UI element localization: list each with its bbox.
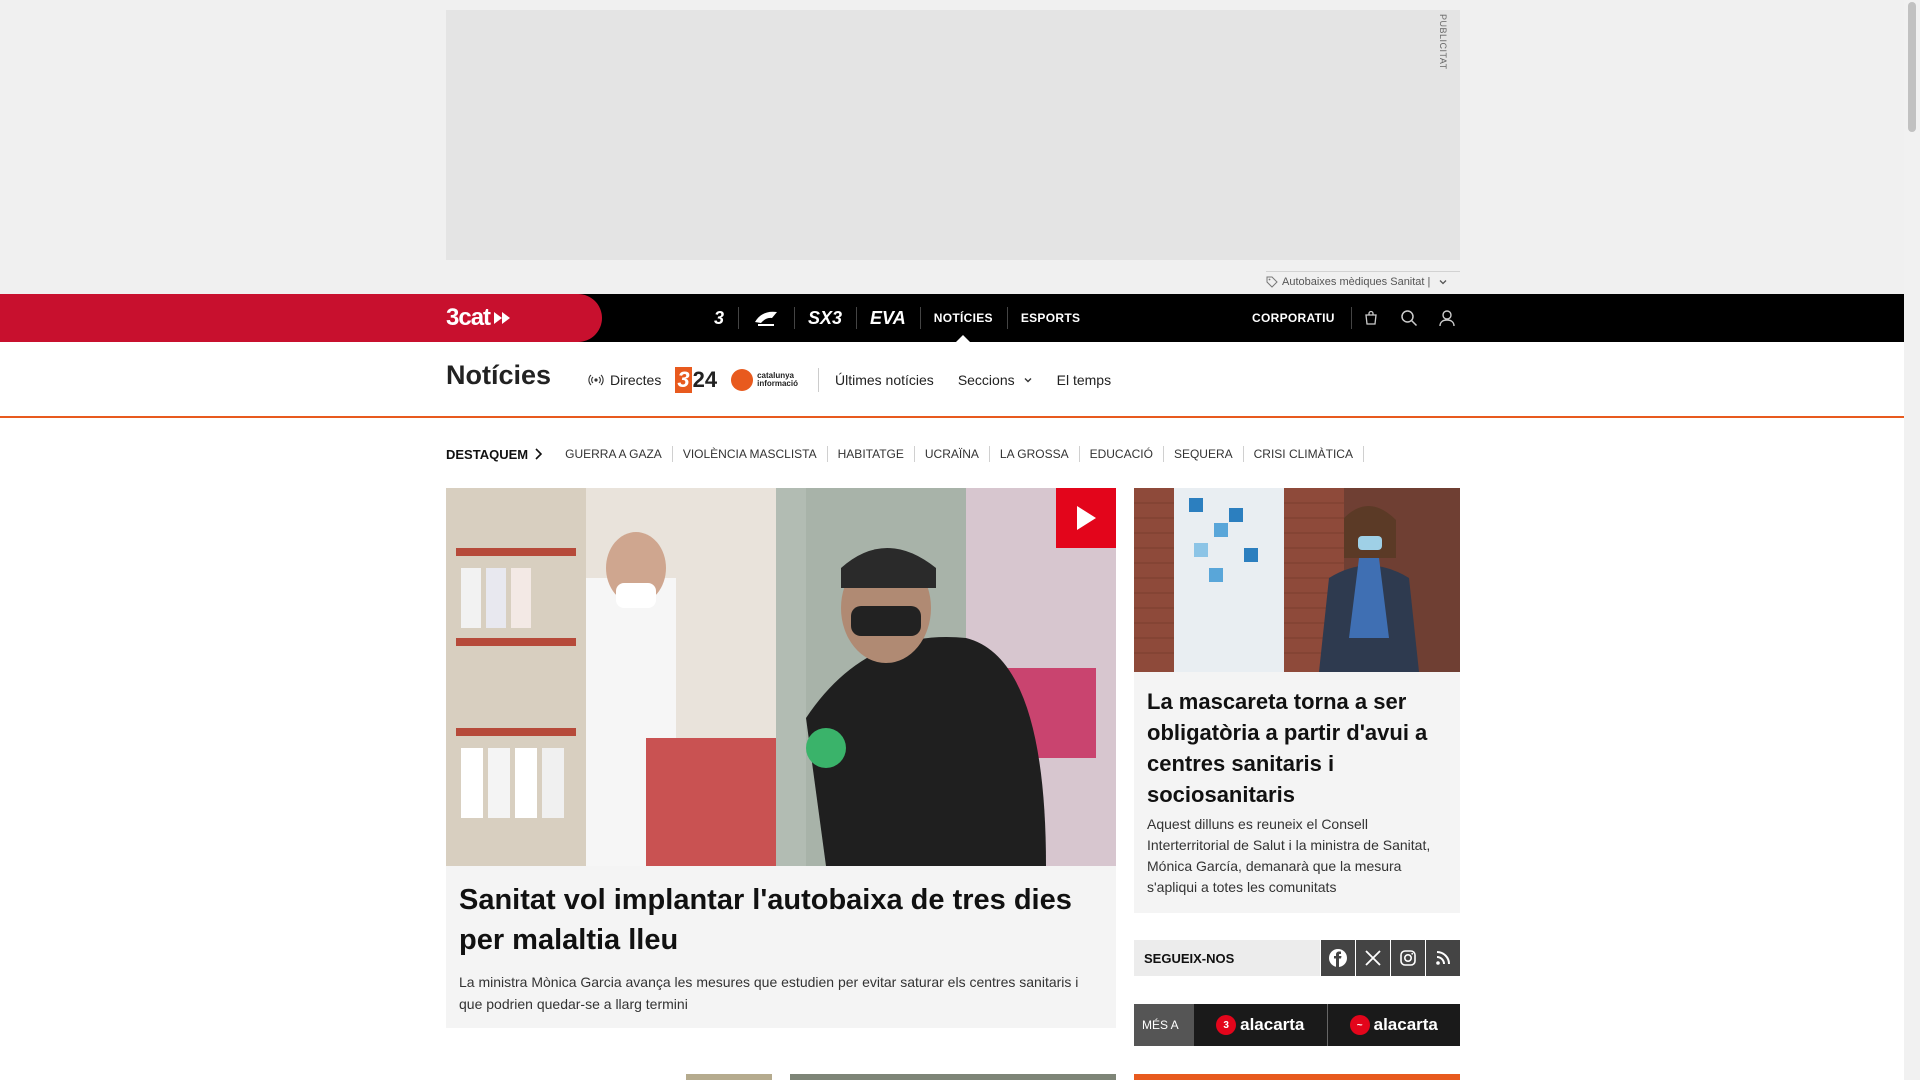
catradio-icon: [755, 311, 778, 326]
channel-list: 3 SX3 EVA NOTÍCIES ESPORTS: [700, 294, 1094, 342]
tv3-icon: 3: [714, 307, 725, 328]
324-logo[interactable]: 3 24: [675, 367, 717, 393]
chevron-right-icon: [535, 448, 543, 460]
directes-link[interactable]: Directes: [588, 372, 661, 388]
catradio-alacarta-link[interactable]: ~ alacarta: [1326, 1004, 1460, 1046]
alacarta-label: alacarta: [1373, 1015, 1438, 1034]
324-prefix: 3: [675, 367, 692, 393]
seccions-label: Seccions: [957, 372, 1015, 388]
mes-a-label: MÉS A: [1142, 1018, 1179, 1032]
live-broadcast-icon: [588, 374, 604, 386]
channel-esports[interactable]: ESPORTS: [1006, 294, 1094, 342]
highlight-link[interactable]: UCRAÏNA: [915, 446, 990, 462]
catalunya-informacio-logo[interactable]: catalunya informació: [731, 369, 798, 391]
pharmacy-photo: [446, 488, 1116, 866]
3cat-logo[interactable]: 3cat: [446, 304, 514, 331]
destaquem-title[interactable]: DESTAQUEM: [446, 446, 543, 462]
eva-icon: EVA: [870, 307, 906, 328]
chevron-down-icon[interactable]: [1438, 277, 1448, 287]
destaquem-label: DESTAQUEM: [446, 446, 529, 462]
facebook-icon: [1329, 949, 1347, 967]
x-icon: [1365, 950, 1381, 966]
shop-button[interactable]: [1352, 294, 1390, 342]
channel-eva[interactable]: EVA: [856, 294, 920, 342]
search-button[interactable]: [1390, 294, 1428, 342]
ad-topic-tag[interactable]: Autobaixes mèdiques Sanitat |: [1266, 271, 1460, 291]
instagram-icon: [1400, 950, 1416, 966]
highlight-link[interactable]: EDUCACIÓ: [1080, 446, 1164, 462]
hospital-entrance-photo: [1134, 488, 1460, 672]
side-article-headline[interactable]: La mascareta torna a ser obligatòria a p…: [1147, 686, 1447, 810]
alacarta-label: alacarta: [1240, 1015, 1305, 1034]
seccions-dropdown[interactable]: Seccions: [958, 372, 1033, 388]
top-right-tools: CORPORATIU: [1252, 294, 1466, 342]
tv3-alacarta-link[interactable]: 3 alacarta: [1194, 1004, 1327, 1046]
corporatiu-link[interactable]: CORPORATIU: [1252, 307, 1352, 329]
channel-catradio[interactable]: [738, 294, 794, 342]
main-article-card[interactable]: Sanitat vol implantar l'autobaixa de tre…: [446, 488, 1116, 1028]
brand-label: 3cat: [446, 304, 491, 331]
user-icon: [1439, 310, 1455, 327]
highlight-link[interactable]: GUERRA A GAZA: [555, 446, 673, 462]
highlight-link[interactable]: SEQUERA: [1164, 446, 1244, 462]
side-article-image[interactable]: [1134, 488, 1460, 672]
chevron-down-icon: [1024, 378, 1032, 383]
x-button[interactable]: [1356, 940, 1390, 976]
divider: [818, 368, 819, 392]
main-article-image[interactable]: [446, 488, 1116, 866]
324-suffix: 24: [692, 367, 718, 392]
el-temps-link[interactable]: El temps: [1057, 372, 1111, 388]
ad-label: PUBLICITAT: [1438, 14, 1448, 70]
section-header: Notícies Directes 3 24 catalunya informa…: [0, 342, 1904, 418]
next-article-image[interactable]: [686, 1074, 772, 1080]
highlight-link[interactable]: VIOLÈNCIA MASCLISTA: [673, 446, 828, 462]
rss-icon: [1436, 951, 1450, 965]
section-nav: Directes 3 24 catalunya informació Últim…: [588, 342, 1135, 418]
highlight-link[interactable]: HABITATGE: [828, 446, 915, 462]
ultimes-noticies-link[interactable]: Últimes notícies: [835, 372, 934, 388]
page-scrollbar[interactable]: [1904, 0, 1920, 1080]
user-button[interactable]: [1428, 294, 1466, 342]
instagram-button[interactable]: [1391, 940, 1425, 976]
rss-button[interactable]: [1426, 940, 1460, 976]
alacarta-bar: MÉS A 3 alacarta ~ alacarta: [1134, 1004, 1460, 1046]
tv3-icon: 3: [1216, 1015, 1237, 1035]
highlight-link[interactable]: LA GROSSA: [990, 446, 1080, 462]
ci-line2: informació: [757, 379, 798, 388]
ci-ring-icon: [731, 369, 754, 391]
top-navigation: 3cat 3 SX3 EVA NOTÍCIES ESPORTS CORPORAT…: [0, 294, 1904, 342]
catradio-icon: ~: [1349, 1015, 1370, 1035]
main-article-headline[interactable]: Sanitat vol implantar l'autobaixa de tre…: [459, 880, 1105, 960]
highlights-bar: DESTAQUEM GUERRA A GAZA VIOLÈNCIA MASCLI…: [446, 444, 1364, 464]
channel-tv3[interactable]: 3: [700, 294, 738, 342]
search-icon: [1401, 310, 1417, 327]
noticies-label: NOTÍCIES: [933, 311, 993, 325]
main-article-summary: La ministra Mònica Garcia avança les mes…: [459, 974, 1079, 1012]
ad-area: PUBLICITAT Autobaixes mèdiques Sanitat |: [0, 0, 1904, 294]
sx3-icon: SX3: [808, 307, 843, 328]
tag-icon: [1266, 276, 1278, 288]
side-article-card[interactable]: La mascareta torna a ser obligatòria a p…: [1134, 488, 1460, 913]
shopping-bag-icon: [1365, 310, 1377, 325]
next-article-image[interactable]: [790, 1074, 1116, 1080]
highlight-link[interactable]: CRISI CLIMÀTICA: [1244, 446, 1364, 462]
scrollbar-thumb[interactable]: [1908, 2, 1916, 132]
esports-label: ESPORTS: [1020, 311, 1081, 325]
play-icon: [1077, 506, 1096, 530]
directes-label: Directes: [610, 372, 662, 388]
channel-noticies[interactable]: NOTÍCIES: [919, 294, 1007, 342]
side-article-summary: Aquest dilluns es reuneix el Consell Int…: [1147, 816, 1431, 895]
follow-us-bar: SEGUEIX-NOS: [1134, 940, 1460, 976]
ad-topic-label: Autobaixes mèdiques Sanitat |: [1282, 275, 1431, 288]
channel-sx3[interactable]: SX3: [794, 294, 856, 342]
next-widget[interactable]: [1134, 1074, 1460, 1080]
play-arrows-icon: [494, 312, 511, 324]
follow-us-label: SEGUEIX-NOS: [1134, 940, 1320, 976]
play-video-button[interactable]: [1056, 488, 1116, 548]
facebook-button[interactable]: [1321, 940, 1355, 976]
ad-banner[interactable]: [446, 10, 1460, 260]
page-title[interactable]: Notícies: [446, 360, 551, 391]
